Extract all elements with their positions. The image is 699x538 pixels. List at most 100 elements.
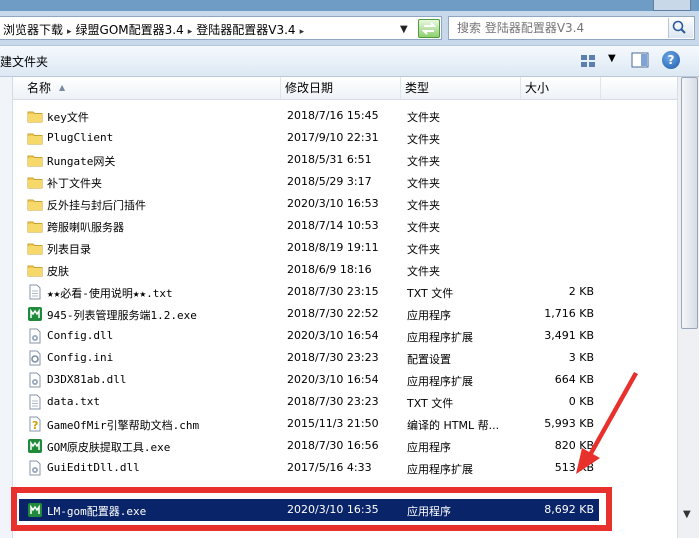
help-icon[interactable]: ? (662, 51, 680, 69)
file-type: 应用程序扩展 (407, 463, 473, 476)
file-type: 应用程序 (407, 309, 451, 322)
file-size: 3 KB (568, 351, 594, 364)
table-row[interactable]: 补丁文件夹 2018/5/29 3:17 文件夹 (13, 171, 677, 193)
column-size-label: 大小 (525, 81, 550, 95)
file-date: 2020/3/10 16:54 (287, 373, 379, 386)
window-title-bar (0, 0, 699, 11)
file-size: 3,491 KB (544, 329, 594, 342)
file-date: 2018/5/31 6:51 (287, 153, 372, 166)
view-options-icon[interactable] (578, 53, 600, 69)
table-row[interactable]: Config.dll 2020/3/10 16:54 应用程序扩展 3,491 KB (13, 325, 677, 347)
folder-icon (27, 152, 43, 168)
folder-icon (27, 130, 43, 146)
file-type: TXT 文件 (407, 397, 454, 410)
annotation-highlight-box (11, 487, 612, 531)
table-row[interactable]: key文件 2018/7/16 15:45 文件夹 (13, 105, 677, 127)
folder-icon (27, 218, 43, 234)
table-row[interactable]: PlugClient 2017/9/10 22:31 文件夹 (13, 127, 677, 149)
file-name: PlugClient (47, 131, 114, 144)
file-type: 应用程序扩展 (407, 331, 473, 344)
view-dropdown-icon[interactable]: ▼ (608, 53, 616, 64)
file-name: Config.ini (47, 351, 114, 364)
svg-text:?: ? (32, 419, 38, 432)
file-date: 2017/9/10 22:31 (287, 131, 379, 144)
column-name[interactable]: 名称 ▲ (13, 77, 281, 99)
file-date: 2018/7/14 10:53 (287, 219, 379, 232)
ini-icon (27, 350, 43, 366)
address-dropdown-icon[interactable]: ▼ (400, 24, 408, 35)
scroll-down-icon[interactable]: ▼ (683, 509, 691, 520)
file-date: 2018/7/30 23:23 (287, 395, 379, 408)
folder-icon (27, 240, 43, 256)
file-type: 文件夹 (407, 265, 440, 278)
table-row[interactable]: 跨服喇叭服务器 2018/7/14 10:53 文件夹 (13, 215, 677, 237)
refresh-icon (422, 22, 436, 35)
address-bar: 浏览器下载 ▸ 绿盟GOM配置器3.4 ▸ 登陆器配置器V3.4 ▸ ▼ (0, 11, 699, 46)
table-row[interactable]: 945-列表管理服务端1.2.exe 2018/7/30 22:52 应用程序 1,7… (13, 303, 677, 325)
file-name: ★★必看-使用说明★★.txt (47, 287, 173, 300)
file-type: 文件夹 (407, 155, 440, 168)
breadcrumb-item-launcher[interactable]: 登陆器配置器V3.4 (196, 21, 295, 38)
table-row[interactable]: 皮肤 2018/6/9 18:16 文件夹 (13, 259, 677, 281)
folder-icon (27, 108, 43, 124)
column-type[interactable]: 类型 (401, 77, 521, 99)
table-row[interactable]: Config.ini 2018/7/30 23:23 配置设置 3 KB (13, 347, 677, 369)
toolbar: 建文件夹 ▼ ? (0, 46, 699, 77)
scrollbar-thumb[interactable] (681, 77, 698, 329)
refresh-button[interactable] (418, 19, 440, 38)
column-date[interactable]: 修改日期 (281, 77, 401, 99)
close-window-button[interactable] (653, 0, 691, 11)
vertical-scrollbar[interactable]: ▼ (677, 77, 699, 538)
address-box[interactable]: 浏览器下载 ▸ 绿盟GOM配置器3.4 ▸ 登陆器配置器V3.4 ▸ ▼ (0, 16, 442, 40)
dll-icon (27, 372, 43, 388)
file-type: 文件夹 (407, 243, 440, 256)
file-name: GameOfMir引擎帮助文档.chm (47, 419, 200, 432)
chm-icon: ? (27, 416, 43, 432)
table-row[interactable]: 列表目录 2018/8/19 19:11 文件夹 (13, 237, 677, 259)
file-type: 应用程序扩展 (407, 375, 473, 388)
table-row[interactable]: ★★必看-使用说明★★.txt 2018/7/30 23:15 TXT 文件 2 KB (13, 281, 677, 303)
file-size: 1,716 KB (544, 307, 594, 320)
navigation-pane (0, 77, 13, 538)
chevron-right-icon[interactable]: ▸ (67, 27, 72, 37)
file-date: 2015/11/3 21:50 (287, 417, 379, 430)
file-name: 反外挂与封后门插件 (47, 199, 146, 212)
file-name: 945-列表管理服务端1.2.exe (47, 309, 197, 322)
file-name: 补丁文件夹 (47, 177, 102, 190)
chevron-right-icon[interactable]: ▸ (188, 27, 193, 37)
table-row[interactable]: Rungate网关 2018/5/31 6:51 文件夹 (13, 149, 677, 171)
text-file-icon (27, 394, 43, 410)
file-date: 2018/8/19 19:11 (287, 241, 379, 254)
chevron-right-icon[interactable]: ▸ (300, 27, 305, 37)
app-icon (27, 306, 43, 322)
folder-icon (27, 262, 43, 278)
column-size[interactable]: 大小 (521, 77, 601, 99)
file-name: GOM原皮肤提取工具.exe (47, 441, 171, 454)
breadcrumb-item-gom[interactable]: 绿盟GOM配置器3.4 (76, 21, 184, 38)
file-type: 配置设置 (407, 353, 451, 366)
column-date-label: 修改日期 (285, 81, 334, 95)
file-name: D3DX81ab.dll (47, 373, 127, 386)
file-type: 编译的 HTML 帮... (407, 419, 500, 432)
search-input[interactable] (457, 20, 657, 36)
file-type: 文件夹 (407, 133, 440, 146)
file-name: GuiEditDll.dll (47, 461, 140, 474)
file-type: TXT 文件 (407, 287, 454, 300)
search-button[interactable] (668, 18, 693, 38)
file-name: Config.dll (47, 329, 114, 342)
breadcrumb-item-downloads[interactable]: 浏览器下载 (3, 21, 63, 38)
preview-pane-icon[interactable] (630, 51, 650, 69)
dll-icon (27, 460, 43, 476)
breadcrumb: 浏览器下载 ▸ 绿盟GOM配置器3.4 ▸ 登陆器配置器V3.4 ▸ (3, 21, 308, 38)
file-date: 2018/5/29 3:17 (287, 175, 372, 188)
file-size: 2 KB (568, 285, 594, 298)
file-name: data.txt (47, 395, 100, 408)
column-name-label: 名称 (27, 81, 52, 95)
file-date: 2018/6/9 18:16 (287, 263, 372, 276)
table-row[interactable]: 反外挂与封后门插件 2020/3/10 16:53 文件夹 (13, 193, 677, 215)
file-type: 文件夹 (407, 221, 440, 234)
new-folder-button[interactable]: 建文件夹 (0, 53, 48, 70)
file-name: 列表目录 (47, 243, 91, 256)
dll-icon (27, 328, 43, 344)
folder-icon (27, 196, 43, 212)
